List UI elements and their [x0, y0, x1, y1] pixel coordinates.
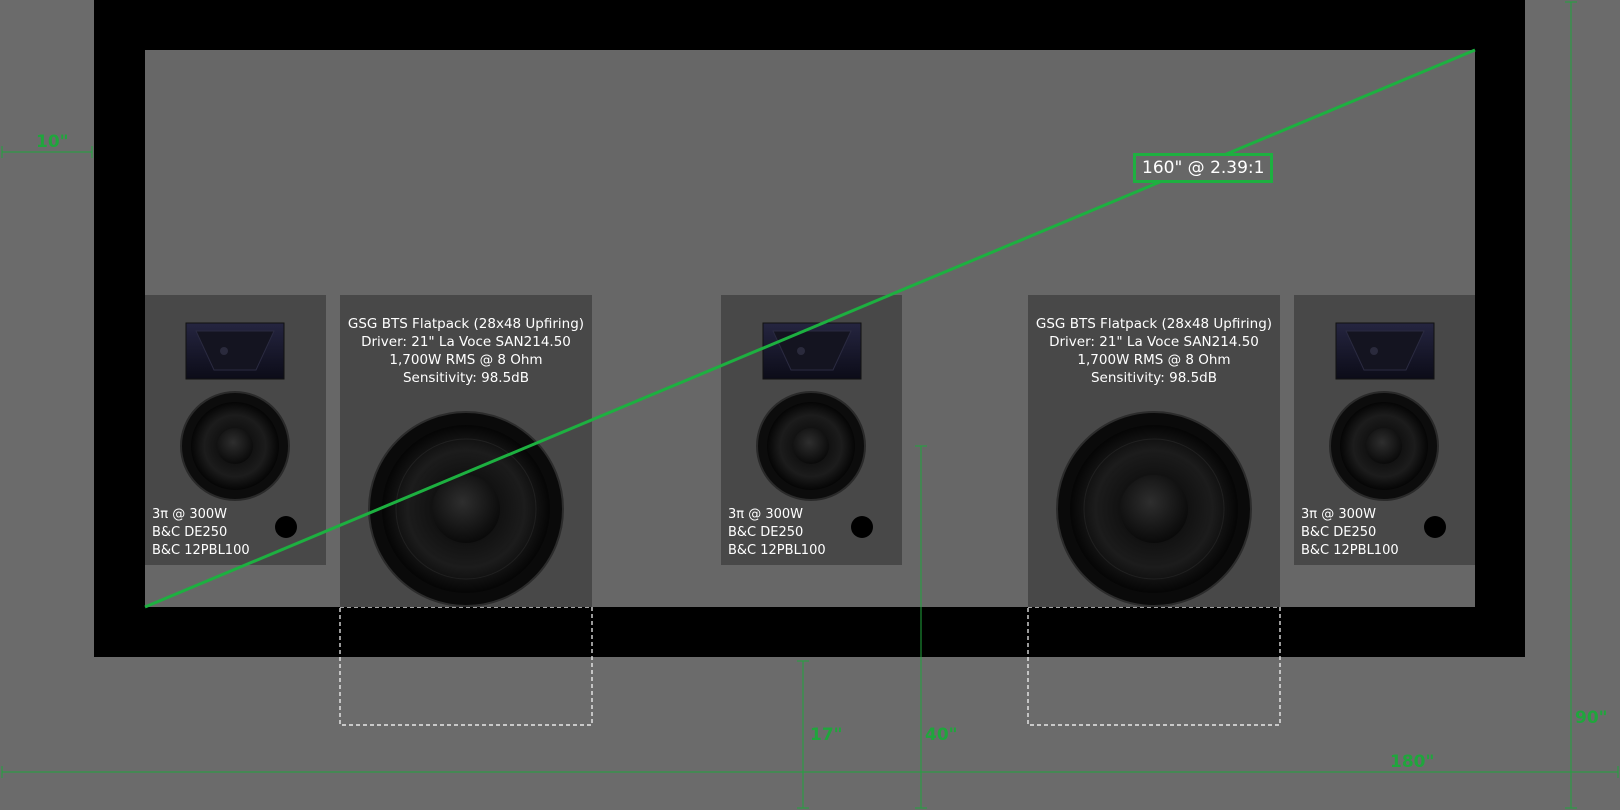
dim-label-side-margin: 10": [36, 132, 69, 152]
sub-spec-line: 1,700W RMS @ 8 Ohm: [1077, 352, 1231, 368]
screen-size-label: 160" @ 2.39:1: [1133, 153, 1274, 183]
sub-spec-line: Driver: 21" La Voce SAN214.50: [361, 334, 571, 350]
speaker-spec-line: B&C 12PBL100: [1301, 543, 1399, 558]
sub-driver-left: [368, 411, 564, 607]
sub-spec-line: 1,700W RMS @ 8 Ohm: [389, 352, 543, 368]
port-right: [1424, 516, 1446, 538]
sub-spec-line: GSG BTS Flatpack (28x48 Upfiring): [1035, 316, 1273, 332]
port-center: [851, 516, 873, 538]
sub-spec-line: Driver: 21" La Voce SAN214.50: [1049, 334, 1259, 350]
woofer-center: [756, 391, 866, 501]
speaker-spec-line: B&C DE250: [1301, 525, 1377, 540]
speaker-label-left: 3π @ 300W B&C DE250 B&C 12PBL100: [152, 506, 250, 560]
sub-footprint-right: [1027, 606, 1281, 726]
subwoofer-label-left: GSG BTS Flatpack (28x48 Upfiring) Driver…: [340, 315, 592, 387]
dim-label-width: 180": [1390, 752, 1435, 772]
speaker-spec-line: B&C 12PBL100: [152, 543, 250, 558]
speaker-spec-line: 3π @ 300W: [1301, 507, 1377, 522]
speaker-spec-line: B&C DE250: [152, 525, 228, 540]
dim-label-height: 90": [1575, 708, 1608, 728]
subwoofer-label-right: GSG BTS Flatpack (28x48 Upfiring) Driver…: [1028, 315, 1280, 387]
diagram-layer: [1, 1, 1619, 809]
horn-center: [762, 322, 862, 380]
woofer-left: [180, 391, 290, 501]
speaker-label-center: 3π @ 300W B&C DE250 B&C 12PBL100: [728, 506, 826, 560]
horn-left: [185, 322, 285, 380]
speaker-spec-line: 3π @ 300W: [152, 507, 228, 522]
dim-label-screen-bottom: 17": [810, 725, 843, 745]
dim-label-speaker-height: 40": [925, 725, 958, 745]
speaker-spec-line: 3π @ 300W: [728, 507, 804, 522]
sub-spec-line: Sensitivity: 98.5dB: [402, 370, 530, 386]
sub-driver-right: [1056, 411, 1252, 607]
sub-spec-line: Sensitivity: 98.5dB: [1090, 370, 1218, 386]
sub-spec-line: GSG BTS Flatpack (28x48 Upfiring): [347, 316, 585, 332]
speaker-label-right: 3π @ 300W B&C DE250 B&C 12PBL100: [1301, 506, 1399, 560]
port-left: [275, 516, 297, 538]
sub-footprint-left: [339, 606, 593, 726]
woofer-right: [1329, 391, 1439, 501]
speaker-spec-line: B&C 12PBL100: [728, 543, 826, 558]
speaker-spec-line: B&C DE250: [728, 525, 804, 540]
horn-right: [1335, 322, 1435, 380]
